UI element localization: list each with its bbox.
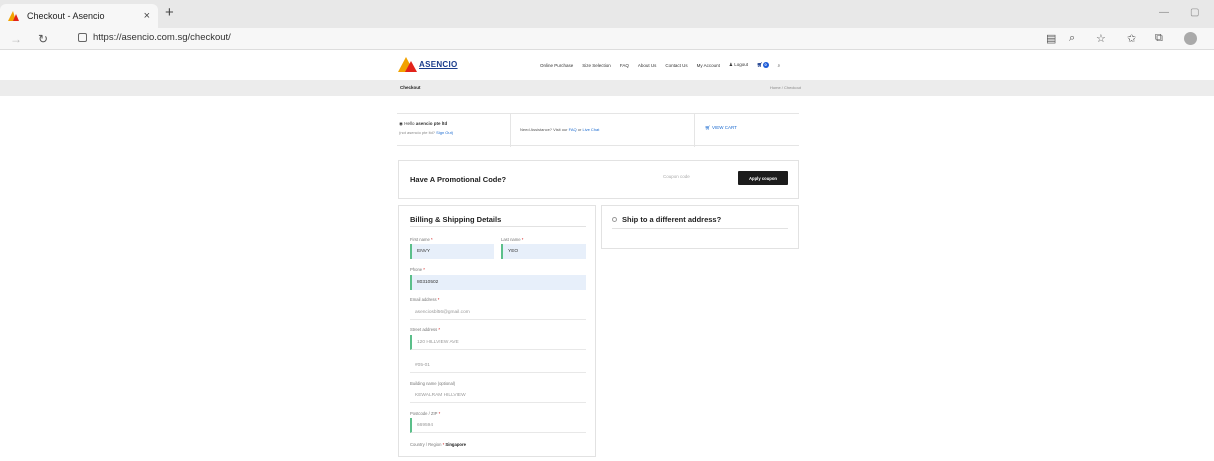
- street-address-label: Street address *: [410, 327, 441, 332]
- view-cart-link[interactable]: 🛒︎ VIEW CART: [705, 125, 737, 131]
- logo-text: ASENCIO: [419, 59, 458, 69]
- reader-view-icon[interactable]: ▤: [1046, 32, 1056, 45]
- user-circle-icon: ◉: [399, 121, 403, 126]
- menu-contact-us[interactable]: Contact Us: [665, 63, 687, 68]
- first-name-label: First name *: [410, 237, 433, 242]
- collections-icon[interactable]: ⧉: [1155, 32, 1163, 45]
- last-name-label: Last name *: [501, 237, 524, 242]
- minimize-icon[interactable]: —: [1159, 7, 1169, 18]
- zoom-icon[interactable]: ⌕: [1069, 32, 1075, 45]
- page-title: Checkout: [400, 85, 421, 90]
- menu-size-selection[interactable]: Size Selection: [582, 63, 611, 68]
- hello-user: ◉ Hello asencio pte ltd (not asencio pte…: [399, 121, 454, 135]
- search-icon[interactable]: ⌕: [778, 63, 781, 68]
- url-text: https://asencio.com.sg/checkout/: [93, 32, 231, 43]
- asencio-logo-icon: [398, 55, 417, 73]
- favorites-icon[interactable]: ✩: [1127, 32, 1136, 45]
- menu-my-account[interactable]: My Account: [697, 63, 720, 68]
- postcode-field[interactable]: 669594: [410, 418, 586, 433]
- address-bar-row: → ↻ https://asencio.com.sg/checkout/ ▤ ⌕…: [0, 28, 1214, 50]
- street-address-line2-field[interactable]: #05-01: [410, 358, 586, 373]
- assistance-text: Need Assistance? Visit our FAQ or Live C…: [520, 127, 600, 132]
- phone-label: Phone *: [410, 267, 425, 272]
- breadcrumb-bar: [0, 80, 1214, 96]
- last-name-field[interactable]: YEO: [501, 244, 586, 259]
- add-favorite-icon[interactable]: ☆: [1096, 32, 1106, 45]
- user-icon: ♟: [728, 62, 733, 67]
- postcode-label: Postcode / ZIP *: [410, 411, 441, 416]
- site-logo[interactable]: ASENCIO: [398, 55, 458, 73]
- lock-icon: [78, 33, 87, 42]
- asencio-favicon-icon: [8, 11, 19, 21]
- tab-close-icon[interactable]: ×: [144, 10, 150, 22]
- back-arrow-icon[interactable]: →: [10, 32, 22, 46]
- tab-title: Checkout - Asencio: [27, 11, 105, 21]
- radio-icon[interactable]: [612, 217, 617, 222]
- browser-tab-bar: Checkout - Asencio × + — ▢: [0, 0, 1214, 28]
- menu-logout[interactable]: ♟ Logout: [729, 62, 748, 68]
- ship-different-toggle[interactable]: Ship to a different address?: [612, 215, 721, 224]
- cart-link[interactable]: 🛒︎ 0: [757, 62, 769, 68]
- ship-different-panel: [601, 205, 799, 249]
- cart-icon: 🛒︎: [705, 125, 711, 130]
- first-name-field[interactable]: ENVY: [410, 244, 494, 259]
- street-address-field[interactable]: 120 HILLVIEW AVE: [410, 335, 586, 350]
- menu-online-purchase[interactable]: Online Purchase: [540, 63, 573, 68]
- apply-coupon-button[interactable]: Apply coupon: [738, 171, 788, 185]
- divider: [410, 226, 586, 227]
- faq-link[interactable]: FAQ: [569, 127, 577, 132]
- cart-count-badge: 0: [762, 62, 769, 68]
- new-tab-button[interactable]: +: [165, 4, 174, 21]
- menu-about-us[interactable]: About Us: [638, 63, 657, 68]
- country-value: Singapore: [445, 442, 466, 447]
- profile-avatar[interactable]: [1184, 32, 1197, 45]
- cart-icon: 🛒︎: [756, 62, 763, 67]
- menu-faq[interactable]: FAQ: [620, 63, 629, 68]
- promo-title: Have A Promotional Code?: [410, 175, 507, 184]
- building-name-field[interactable]: KEWALRAM HILLVIEW: [410, 388, 586, 403]
- main-menu: Online Purchase Size Selection FAQ About…: [540, 62, 780, 68]
- building-name-label: Building name (optional): [410, 381, 456, 386]
- divider: [612, 228, 788, 229]
- email-label: Email address *: [410, 297, 440, 302]
- live-chat-link[interactable]: Live Chat: [582, 127, 599, 132]
- user-name: asencio pte ltd: [415, 121, 448, 126]
- ship-different-label: Ship to a different address?: [622, 215, 722, 224]
- billing-title: Billing & Shipping Details: [410, 215, 502, 224]
- refresh-icon[interactable]: ↻: [38, 32, 48, 46]
- email-field[interactable]: asenciosbl56@gmail.com: [410, 305, 586, 320]
- address-bar[interactable]: https://asencio.com.sg/checkout/: [78, 32, 231, 43]
- browser-tab[interactable]: Checkout - Asencio ×: [0, 4, 158, 28]
- window-icon[interactable]: ▢: [1190, 7, 1199, 18]
- country-row: Country / Region * Singapore: [410, 442, 466, 447]
- sign-out-link[interactable]: Sign Out): [436, 130, 453, 135]
- breadcrumb: Home / Checkout: [770, 85, 801, 90]
- coupon-code-input[interactable]: Coupon code: [663, 174, 733, 179]
- phone-field[interactable]: 80310502: [410, 275, 586, 290]
